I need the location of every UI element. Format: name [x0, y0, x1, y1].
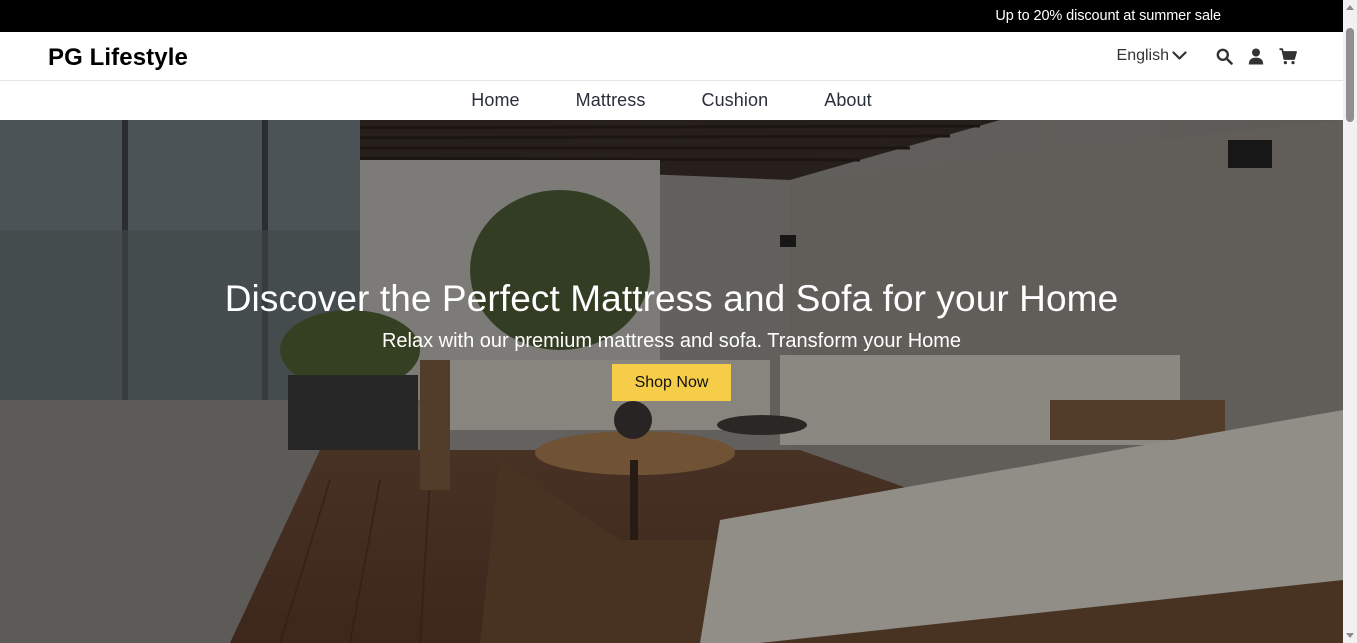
language-label: English: [1116, 47, 1169, 64]
search-button[interactable]: [1215, 47, 1233, 65]
viewport: Up to 20% discount at summer sale PG Lif…: [0, 0, 1343, 643]
page-scrollbar[interactable]: [1343, 0, 1357, 643]
cart-icon: [1279, 47, 1297, 64]
announcement-bar: Up to 20% discount at summer sale: [0, 0, 1343, 32]
user-icon: [1248, 48, 1264, 64]
header-tools: English: [1117, 47, 1297, 65]
scrollbar-thumb[interactable]: [1346, 28, 1354, 122]
shop-now-button[interactable]: Shop Now: [611, 364, 732, 401]
scroll-up-arrow-icon[interactable]: [1346, 5, 1354, 10]
chevron-down-icon: [1172, 51, 1187, 60]
site-header: PG Lifestyle English: [0, 32, 1343, 80]
announcement-text: Up to 20% discount at summer sale: [995, 8, 1221, 24]
hero-content: Discover the Perfect Mattress and Sofa f…: [0, 278, 1343, 401]
search-icon: [1216, 48, 1233, 65]
nav-item-about[interactable]: About: [824, 90, 872, 111]
nav-item-mattress[interactable]: Mattress: [576, 90, 646, 111]
hero-banner: Discover the Perfect Mattress and Sofa f…: [0, 120, 1343, 643]
language-selector[interactable]: English: [1117, 47, 1187, 65]
nav-item-cushion[interactable]: Cushion: [701, 90, 768, 111]
page: Up to 20% discount at summer sale PG Lif…: [0, 0, 1357, 643]
nav-item-home[interactable]: Home: [471, 90, 519, 111]
hero-subtitle: Relax with our premium mattress and sofa…: [381, 330, 962, 352]
account-button[interactable]: [1247, 47, 1265, 65]
cart-button[interactable]: [1279, 47, 1297, 65]
site-logo[interactable]: PG Lifestyle: [48, 44, 188, 72]
main-nav: Home Mattress Cushion About: [0, 81, 1343, 120]
hero-title: Discover the Perfect Mattress and Sofa f…: [224, 278, 1119, 319]
scroll-down-arrow-icon[interactable]: [1346, 633, 1354, 638]
